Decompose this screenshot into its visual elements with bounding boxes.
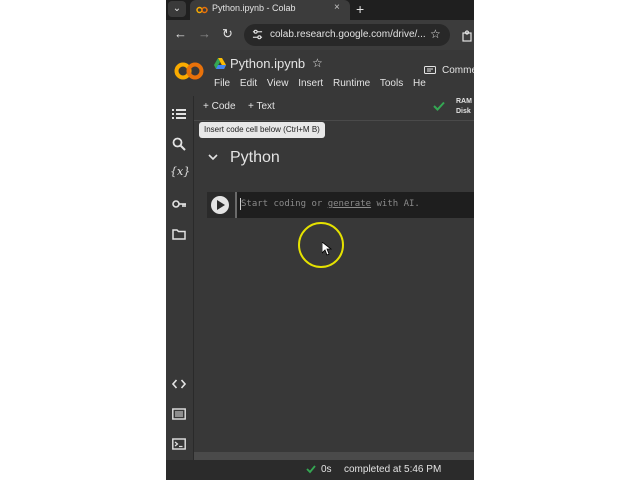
menu-runtime[interactable]: Runtime [333, 78, 370, 89]
chevron-down-icon[interactable] [208, 153, 218, 161]
execution-check-icon [306, 465, 316, 474]
forward-icon[interactable]: → [198, 26, 211, 42]
address-bar-row: ← → ↻ colab.research.google.com/drive/..… [166, 20, 474, 50]
menu-view[interactable]: View [267, 78, 289, 89]
horizontal-scrollbar[interactable] [194, 452, 474, 460]
toc-icon[interactable] [172, 107, 186, 121]
menu-insert[interactable]: Insert [298, 78, 323, 89]
notebook-title[interactable]: Python.ipynb [230, 56, 305, 71]
status-bar: 0s completed at 5:46 PM [166, 460, 474, 480]
connected-check-icon [433, 101, 445, 111]
letterbox-right [474, 0, 640, 480]
placeholder-text: Start coding or [241, 199, 328, 209]
url-text: colab.research.google.com/drive/... [270, 29, 426, 40]
play-icon [217, 200, 225, 210]
comment-icon[interactable] [424, 66, 436, 76]
left-sidebar: {x} [166, 96, 194, 460]
add-code-cell-button[interactable]: + Code [203, 101, 236, 112]
google-drive-icon[interactable] [214, 58, 226, 69]
insert-code-tooltip: Insert code cell below (Ctrl+M B) [199, 122, 325, 138]
letterbox-left [0, 0, 166, 480]
browser-window: ⌄ Python.ipynb - Colab × + ← → ↻ colab.r… [166, 0, 474, 480]
terminal-icon[interactable] [172, 437, 186, 451]
comment-button[interactable]: Comme [442, 65, 474, 76]
notebook-area: Python Start coding or generate with AI. [194, 121, 474, 452]
colab-favicon-icon [196, 6, 208, 14]
notebook-toolbar: + Code + Text RAM Disk [194, 96, 474, 121]
section-heading: Python [230, 149, 280, 166]
cursor-highlight-ring [298, 222, 344, 268]
folder-icon[interactable] [172, 227, 186, 241]
execution-completed[interactable]: completed at 5:46 PM [344, 464, 441, 475]
tab-strip: ⌄ Python.ipynb - Colab × + [166, 0, 474, 20]
menu-edit[interactable]: Edit [240, 78, 257, 89]
secrets-key-icon[interactable] [172, 197, 186, 211]
command-palette-icon[interactable] [172, 407, 186, 421]
variables-icon[interactable]: {x} [170, 165, 190, 179]
bookmark-star-icon[interactable]: ☆ [430, 27, 441, 41]
new-tab-button[interactable]: + [356, 0, 364, 18]
menu-help[interactable]: He [413, 78, 426, 89]
execution-duration: 0s [321, 464, 332, 475]
code-snippets-icon[interactable] [172, 377, 186, 391]
extensions-icon[interactable] [462, 30, 474, 42]
tab-title: Python.ipynb - Colab [212, 3, 296, 13]
search-icon[interactable] [172, 137, 186, 151]
address-bar[interactable]: colab.research.google.com/drive/... ☆ [244, 24, 450, 46]
tab-colab[interactable]: Python.ipynb - Colab × [190, 0, 350, 20]
site-info-icon[interactable] [252, 29, 263, 40]
colab-header: Python.ipynb ☆ File Edit View Insert Run… [166, 50, 474, 96]
add-text-cell-button[interactable]: + Text [248, 101, 275, 112]
reload-icon[interactable]: ↻ [222, 26, 233, 42]
disk-label: Disk [456, 108, 471, 115]
menu-file[interactable]: File [214, 78, 230, 89]
star-notebook-icon[interactable]: ☆ [312, 56, 323, 70]
ram-label: RAM [456, 98, 472, 105]
menu-tools[interactable]: Tools [380, 78, 403, 89]
placeholder-text-end: with AI. [371, 199, 420, 209]
tab-close-icon[interactable]: × [334, 2, 340, 13]
colab-logo-icon[interactable] [174, 62, 204, 80]
mouse-pointer-icon [322, 242, 332, 256]
code-cell[interactable]: Start coding or generate with AI. [207, 192, 474, 218]
back-icon[interactable]: ← [174, 26, 187, 42]
run-cell-button[interactable] [211, 196, 229, 214]
cell-placeholder: Start coding or generate with AI. [241, 199, 420, 209]
generate-link[interactable]: generate [328, 199, 371, 209]
tab-search-dropdown[interactable]: ⌄ [168, 1, 186, 17]
menu-bar: File Edit View Insert Runtime Tools He [214, 78, 433, 89]
resource-indicator[interactable]: RAM Disk [456, 97, 472, 117]
code-cell-editor[interactable]: Start coding or generate with AI. [235, 192, 474, 218]
